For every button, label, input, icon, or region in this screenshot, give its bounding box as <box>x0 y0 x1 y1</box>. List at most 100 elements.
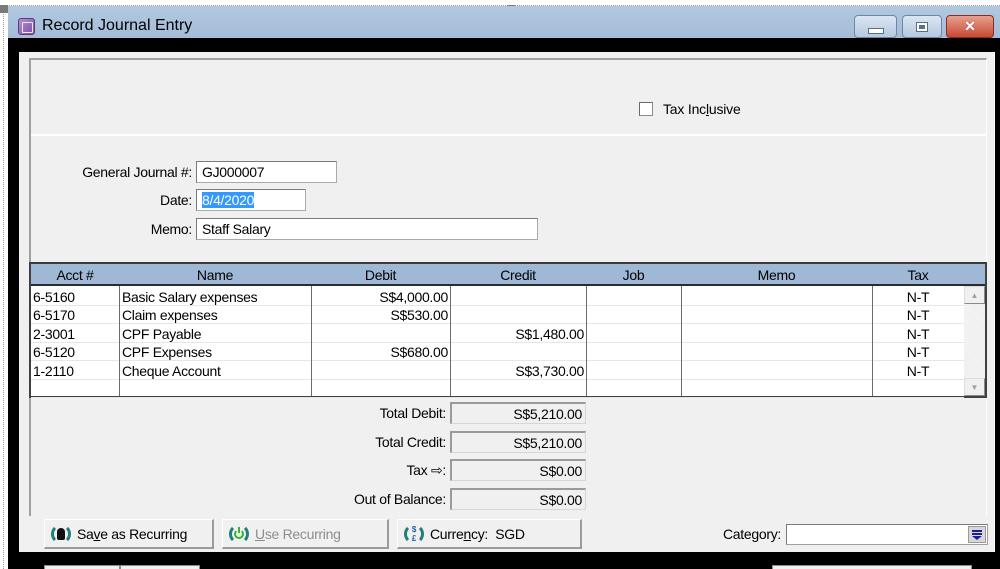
tax-label[interactable]: Tax ⇨: <box>306 462 446 479</box>
scroll-up-button[interactable]: ▲ <box>964 286 985 304</box>
cell-job[interactable] <box>588 325 679 343</box>
hidden-button[interactable] <box>772 565 972 569</box>
cell-memo[interactable] <box>683 343 870 361</box>
cell-acct[interactable]: 6-5160 <box>33 288 117 306</box>
cell-job[interactable] <box>588 306 679 324</box>
cell-tax[interactable]: N-T <box>872 325 964 343</box>
total-credit-label: Total Credit: <box>375 434 446 450</box>
cell-tax[interactable]: N-T <box>872 288 964 306</box>
cell-credit[interactable] <box>452 306 584 324</box>
date-field[interactable]: 8/4/2020 <box>196 189 306 211</box>
minimize-button[interactable] <box>854 15 897 38</box>
close-button[interactable]: × <box>946 15 994 38</box>
resize-handle[interactable] <box>0 5 8 13</box>
hidden-tab[interactable] <box>120 565 200 569</box>
cell-acct[interactable]: 1-2110 <box>33 362 117 380</box>
total-debit-value: S$5,210.00 <box>450 402 586 424</box>
cell-memo[interactable] <box>683 380 870 398</box>
currency-exchange-icon: $ £ <box>404 523 424 544</box>
hidden-tab[interactable] <box>44 565 120 569</box>
maximize-icon <box>916 21 928 32</box>
cell-acct[interactable] <box>33 380 117 398</box>
use-recurring-button[interactable]: Use Recurring <box>222 519 389 549</box>
general-journal-number-field[interactable]: GJ000007 <box>196 161 337 183</box>
cell-name[interactable]: Cheque Account <box>122 362 308 380</box>
grid-vertical-scrollbar[interactable]: ▲ ▼ <box>964 286 985 396</box>
out-of-balance-label: Out of Balance: <box>353 491 446 507</box>
cell-debit[interactable]: S$530.00 <box>313 306 448 324</box>
column-divider <box>450 286 451 396</box>
scroll-up-icon: ▲ <box>970 290 979 300</box>
cell-debit[interactable] <box>313 380 448 398</box>
column-header-tax[interactable]: Tax <box>872 267 964 283</box>
cell-name[interactable]: Claim expenses <box>122 306 308 324</box>
cell-debit[interactable] <box>313 362 448 380</box>
cell-credit[interactable]: S$1,480.00 <box>452 325 584 343</box>
cell-debit[interactable] <box>313 325 448 343</box>
table-row[interactable]: 1-2110 Cheque Account S$3,730.00 N-T <box>31 362 964 380</box>
date-value: 8/4/2020 <box>202 192 255 208</box>
cell-name[interactable]: Basic Salary expenses <box>122 288 308 306</box>
column-header-memo[interactable]: Memo <box>681 267 872 283</box>
use-recurring-icon <box>229 523 249 544</box>
tax-inclusive-checkbox[interactable] <box>639 102 653 116</box>
save-as-recurring-label: Save as Recurring <box>77 525 188 542</box>
cell-tax[interactable] <box>872 380 964 398</box>
table-row[interactable]: 6-5170 Claim expenses S$530.00 N-T <box>31 306 964 325</box>
table-row[interactable]: 6-5120 CPF Expenses S$680.00 N-T <box>31 343 964 362</box>
memo-field[interactable]: Staff Salary <box>196 218 538 240</box>
minimize-icon <box>867 27 884 34</box>
general-journal-label: General Journal #: <box>82 164 192 180</box>
table-row[interactable]: 6-5160 Basic Salary expenses S$4,000.00 N-T <box>31 288 964 306</box>
cell-tax[interactable]: N-T <box>872 343 964 361</box>
cell-memo[interactable] <box>683 306 870 324</box>
column-header-debit[interactable]: Debit <box>311 267 450 283</box>
column-header-credit[interactable]: Credit <box>450 267 586 283</box>
category-select[interactable] <box>786 524 988 545</box>
column-header-name[interactable]: Name <box>119 267 311 283</box>
cell-memo[interactable] <box>683 288 870 306</box>
cell-debit[interactable]: S$4,000.00 <box>313 288 448 306</box>
cell-name[interactable]: CPF Payable <box>122 325 308 343</box>
cell-job[interactable] <box>588 380 679 398</box>
cell-credit[interactable] <box>452 380 584 398</box>
close-icon: × <box>964 16 976 36</box>
cell-credit[interactable] <box>452 343 584 361</box>
cell-job[interactable] <box>588 362 679 380</box>
cell-name[interactable] <box>122 380 308 398</box>
currency-value: SGD <box>495 525 525 542</box>
currency-label: Currency: SGD <box>430 525 525 542</box>
currency-button[interactable]: $ £ Currency: SGD <box>397 519 582 549</box>
cell-tax[interactable]: N-T <box>872 362 964 380</box>
cell-credit[interactable]: S$3,730.00 <box>452 362 584 380</box>
column-header-acct[interactable]: Acct # <box>31 267 119 283</box>
maximize-button[interactable] <box>902 15 942 38</box>
save-as-recurring-button[interactable]: Save as Recurring <box>44 519 214 549</box>
cell-memo[interactable] <box>683 362 870 380</box>
cell-credit[interactable] <box>452 288 584 306</box>
cell-tax[interactable]: N-T <box>872 306 964 324</box>
cell-debit[interactable]: S$680.00 <box>313 343 448 361</box>
column-header-job[interactable]: Job <box>586 267 681 283</box>
cell-name[interactable]: CPF Expenses <box>122 343 308 361</box>
window-title: Record Journal Entry <box>42 17 193 34</box>
cell-acct[interactable]: 2-3001 <box>33 325 117 343</box>
cell-acct[interactable]: 6-5120 <box>33 343 117 361</box>
table-row[interactable] <box>31 380 964 398</box>
total-debit-label: Total Debit: <box>379 405 447 421</box>
tax-arrow-icon[interactable]: ⇨ <box>431 462 443 478</box>
table-row[interactable]: 2-3001 CPF Payable S$1,480.00 N-T <box>31 325 964 343</box>
scroll-down-button[interactable]: ▼ <box>964 378 985 396</box>
use-recurring-label: Use Recurring <box>255 525 341 542</box>
column-divider <box>311 286 312 396</box>
cell-memo[interactable] <box>683 325 870 343</box>
memo-label: Memo: <box>150 221 193 237</box>
grid-header: Acct # Name Debit Credit Job Memo Tax <box>31 264 985 286</box>
out-of-balance-value: S$0.00 <box>450 488 586 510</box>
tax-inclusive-label[interactable]: Tax Inclusive <box>663 101 741 117</box>
category-dropdown-button[interactable] <box>968 526 986 543</box>
cell-acct[interactable]: 6-5170 <box>33 306 117 324</box>
cell-job[interactable] <box>588 288 679 306</box>
cell-job[interactable] <box>588 343 679 361</box>
tax-value: S$0.00 <box>450 459 586 481</box>
